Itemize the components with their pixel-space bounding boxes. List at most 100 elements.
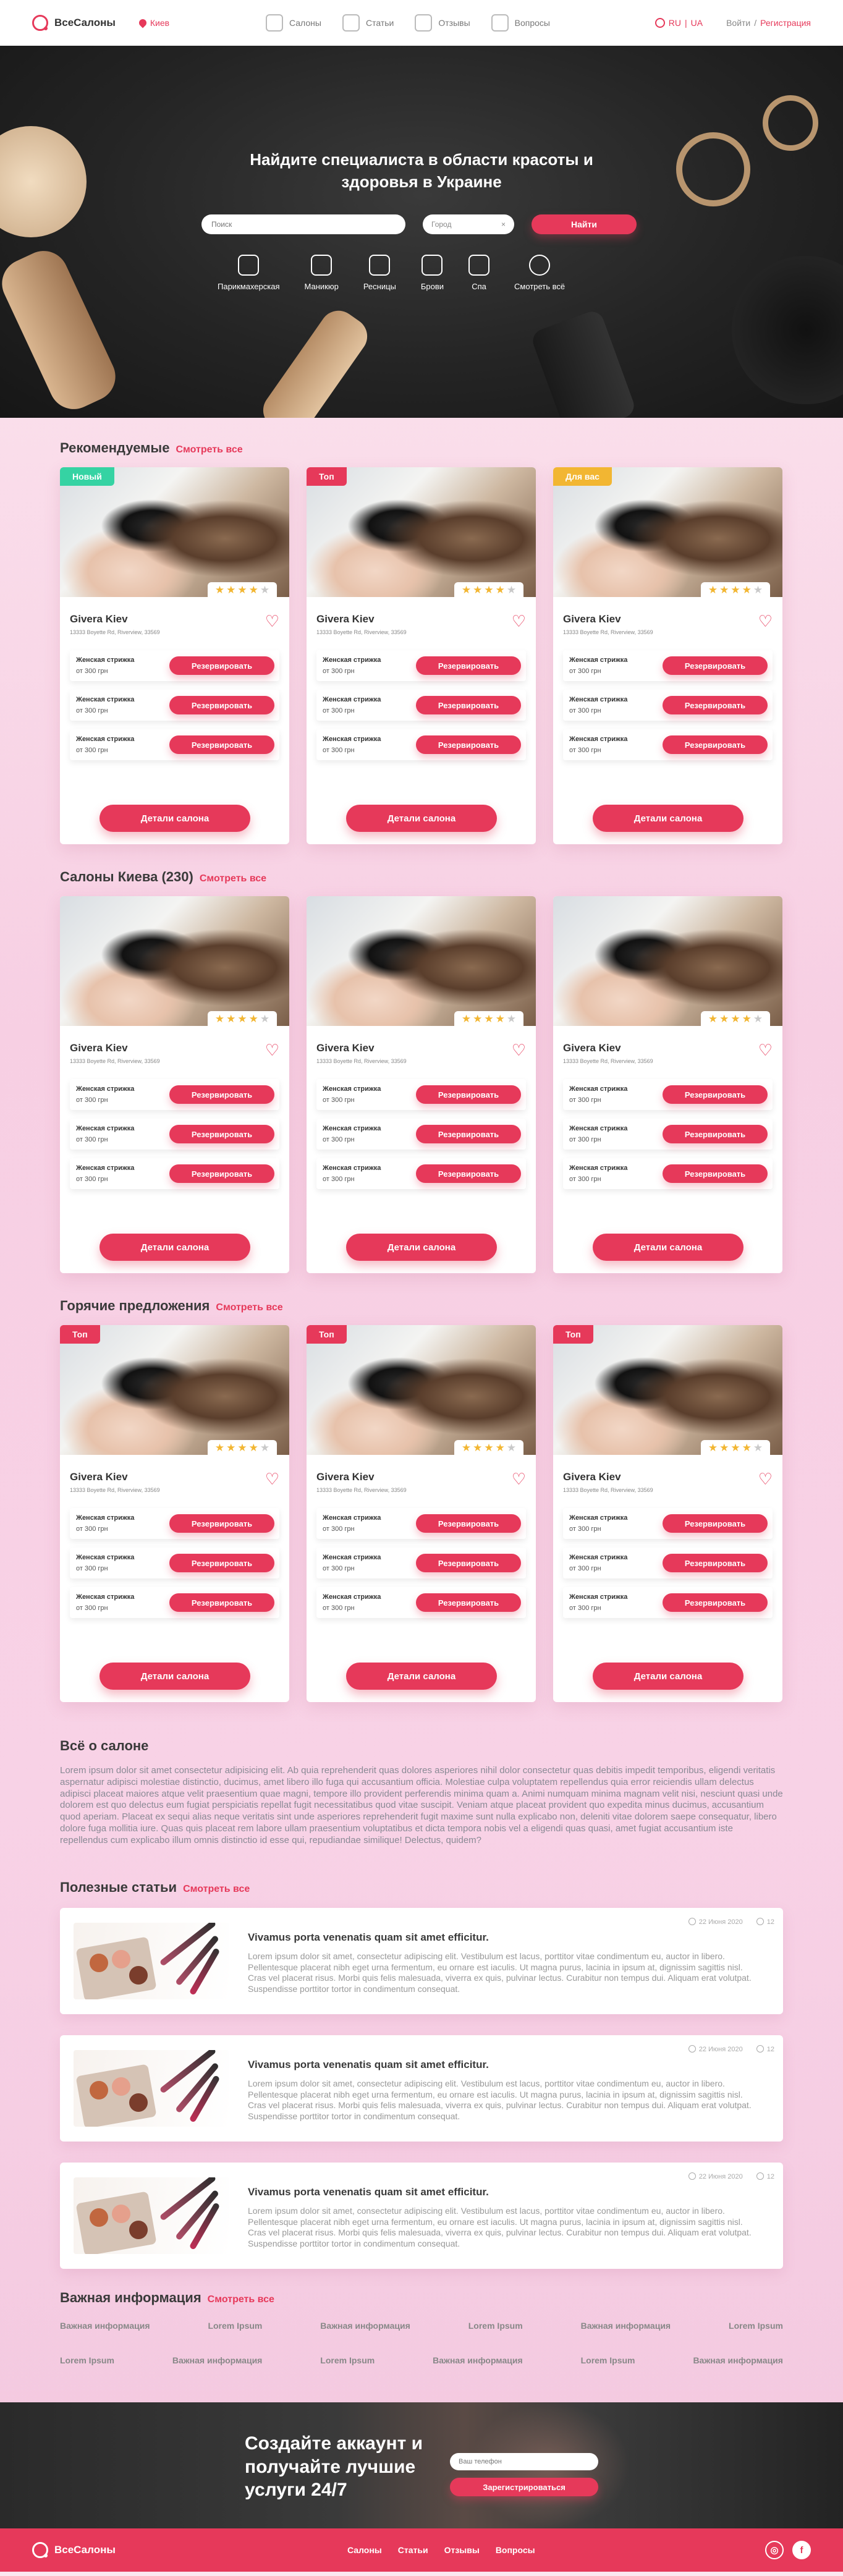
salon-card[interactable]: Новый ★ ★ ★ ★ ★ Givera Kiev 13333 Boyette Rd… <box>60 467 289 844</box>
book-button[interactable]: Резервировать <box>169 1125 274 1143</box>
salon-card[interactable]: ★ ★ ★ ★ ★ Givera Kiev 13333 Boyette Rd, Rive… <box>307 896 536 1273</box>
login-link[interactable]: Войти <box>726 18 750 28</box>
favorite-heart-icon[interactable]: ♡ <box>265 1471 279 1487</box>
salon-card[interactable]: ★ ★ ★ ★ ★ Givera Kiev 13333 Boyette Rd, Rive… <box>60 896 289 1273</box>
salon-name[interactable]: Givera Kiev <box>70 613 160 625</box>
salon-card[interactable]: Топ ★ ★ ★ ★ ★ Givera Kiev 13333 Boyette Rd, … <box>553 1325 782 1702</box>
see-all-link[interactable]: Смотреть все <box>216 1302 282 1313</box>
favorite-heart-icon[interactable]: ♡ <box>512 613 526 629</box>
salon-details-button[interactable]: Детали салона <box>593 1234 743 1261</box>
salon-details-button[interactable]: Детали салона <box>593 805 743 832</box>
salon-details-button[interactable]: Детали салона <box>593 1663 743 1690</box>
salon-name[interactable]: Givera Kiev <box>316 1471 407 1483</box>
favorite-heart-icon[interactable]: ♡ <box>512 1042 526 1058</box>
footer-link-questions[interactable]: Вопросы <box>496 2545 535 2555</box>
book-button[interactable]: Резервировать <box>169 1085 274 1104</box>
book-button[interactable]: Резервировать <box>416 1125 521 1143</box>
salon-card[interactable]: Топ ★ ★ ★ ★ ★ Givera Kiev 13333 Boyette Rd, … <box>307 1325 536 1702</box>
salon-details-button[interactable]: Детали салона <box>100 805 250 832</box>
article-card[interactable]: Vivamus porta venenatis quam sit amet ef… <box>60 2035 783 2142</box>
category-spa[interactable]: Спа <box>468 255 490 291</box>
favorite-heart-icon[interactable]: ♡ <box>265 613 279 629</box>
article-image[interactable] <box>74 2177 229 2255</box>
article-title[interactable]: Vivamus porta venenatis quam sit amet ef… <box>248 2186 761 2198</box>
salon-photo[interactable]: Новый ★ ★ ★ ★ ★ <box>60 467 289 597</box>
book-button[interactable]: Резервировать <box>169 735 274 754</box>
nav-item-questions[interactable]: Вопросы <box>491 14 550 32</box>
favorite-heart-icon[interactable]: ♡ <box>758 1042 773 1058</box>
salon-photo[interactable]: Топ ★ ★ ★ ★ ★ <box>60 1325 289 1455</box>
logo[interactable]: ВсеСалоны <box>32 15 116 31</box>
salon-photo[interactable]: Для вас ★ ★ ★ ★ ★ <box>553 467 782 597</box>
category-hairdresser[interactable]: Парикмахерская <box>218 255 279 291</box>
salon-card[interactable]: Топ ★ ★ ★ ★ ★ Givera Kiev 13333 Boyette Rd, … <box>307 467 536 844</box>
book-button[interactable]: Резервировать <box>416 1164 521 1183</box>
footer-logo[interactable]: ВсеСалоны <box>32 2542 116 2559</box>
book-button[interactable]: Резервировать <box>416 1085 521 1104</box>
book-button[interactable]: Резервировать <box>169 696 274 714</box>
article-image[interactable] <box>74 2050 229 2127</box>
favorite-heart-icon[interactable]: ♡ <box>265 1042 279 1058</box>
book-button[interactable]: Резервировать <box>416 656 521 675</box>
register-button[interactable]: Зарегистрироваться <box>450 2478 598 2497</box>
info-link[interactable]: Важная информация <box>581 2321 671 2331</box>
info-link[interactable]: Важная информация <box>320 2321 410 2331</box>
salon-photo[interactable]: ★ ★ ★ ★ ★ <box>307 896 536 1026</box>
book-button[interactable]: Резервировать <box>169 1514 274 1533</box>
nav-item-reviews[interactable]: Отзывы <box>415 14 470 32</box>
footer-link-salons[interactable]: Салоны <box>347 2545 382 2555</box>
salon-name[interactable]: Givera Kiev <box>563 1042 653 1054</box>
info-link[interactable]: Lorem Ipsum <box>60 2355 114 2365</box>
salon-name[interactable]: Givera Kiev <box>316 1042 407 1054</box>
book-button[interactable]: Резервировать <box>416 1593 521 1612</box>
city-selector[interactable]: Киев <box>137 17 169 28</box>
salon-photo[interactable]: Топ ★ ★ ★ ★ ★ <box>307 467 536 597</box>
book-button[interactable]: Резервировать <box>169 656 274 675</box>
article-card[interactable]: Vivamus porta venenatis quam sit amet ef… <box>60 1908 783 2015</box>
book-button[interactable]: Резервировать <box>663 1085 768 1104</box>
info-link[interactable]: Важная информация <box>60 2321 150 2331</box>
info-link[interactable]: Lorem Ipsum <box>208 2321 262 2331</box>
book-button[interactable]: Резервировать <box>663 1514 768 1533</box>
salon-name[interactable]: Givera Kiev <box>70 1471 160 1483</box>
article-card[interactable]: Vivamus porta venenatis quam sit amet ef… <box>60 2163 783 2269</box>
info-link[interactable]: Важная информация <box>433 2355 523 2365</box>
salon-card[interactable]: Для вас ★ ★ ★ ★ ★ Givera Kiev 13333 Boyette … <box>553 467 782 844</box>
salon-details-button[interactable]: Детали салона <box>346 1234 497 1261</box>
favorite-heart-icon[interactable]: ♡ <box>512 1471 526 1487</box>
book-button[interactable]: Резервировать <box>416 1514 521 1533</box>
nav-item-salons[interactable]: Салоны <box>266 14 321 32</box>
book-button[interactable]: Резервировать <box>663 696 768 714</box>
salon-details-button[interactable]: Детали салона <box>346 1663 497 1690</box>
footer-link-articles[interactable]: Статьи <box>398 2545 428 2555</box>
salon-card[interactable]: ★ ★ ★ ★ ★ Givera Kiev 13333 Boyette Rd, Rive… <box>553 896 782 1273</box>
find-button[interactable]: Найти <box>532 214 637 234</box>
category-manicure[interactable]: Маникюр <box>304 255 339 291</box>
category-eyelashes[interactable]: Ресницы <box>363 255 396 291</box>
book-button[interactable]: Резервировать <box>416 696 521 714</box>
salon-details-button[interactable]: Детали салона <box>100 1663 250 1690</box>
book-button[interactable]: Резервировать <box>663 1125 768 1143</box>
article-title[interactable]: Vivamus porta venenatis quam sit amet ef… <box>248 2059 761 2071</box>
salon-photo[interactable]: Топ ★ ★ ★ ★ ★ <box>307 1325 536 1455</box>
info-link[interactable]: Важная информация <box>172 2355 263 2365</box>
category-see-all[interactable]: Смотреть всё <box>514 255 565 291</box>
favorite-heart-icon[interactable]: ♡ <box>758 613 773 629</box>
salon-card[interactable]: Топ ★ ★ ★ ★ ★ Givera Kiev 13333 Boyette Rd, … <box>60 1325 289 1702</box>
book-button[interactable]: Резервировать <box>416 735 521 754</box>
info-link[interactable]: Lorem Ipsum <box>320 2355 375 2365</box>
nav-item-articles[interactable]: Статьи <box>342 14 394 32</box>
book-button[interactable]: Резервировать <box>416 1554 521 1572</box>
search-input[interactable] <box>201 214 405 234</box>
city-select[interactable]: Город × <box>423 214 514 234</box>
salon-details-button[interactable]: Детали салона <box>346 805 497 832</box>
book-button[interactable]: Резервировать <box>663 735 768 754</box>
phone-input[interactable] <box>450 2453 598 2471</box>
see-all-link[interactable]: Смотреть все <box>200 873 266 884</box>
article-title[interactable]: Vivamus porta venenatis quam sit amet ef… <box>248 1931 761 1944</box>
salon-photo[interactable]: ★ ★ ★ ★ ★ <box>60 896 289 1026</box>
info-link[interactable]: Lorem Ipsum <box>581 2355 635 2365</box>
lang-ua[interactable]: UA <box>691 18 703 28</box>
book-button[interactable]: Резервировать <box>169 1554 274 1572</box>
book-button[interactable]: Резервировать <box>663 1554 768 1572</box>
